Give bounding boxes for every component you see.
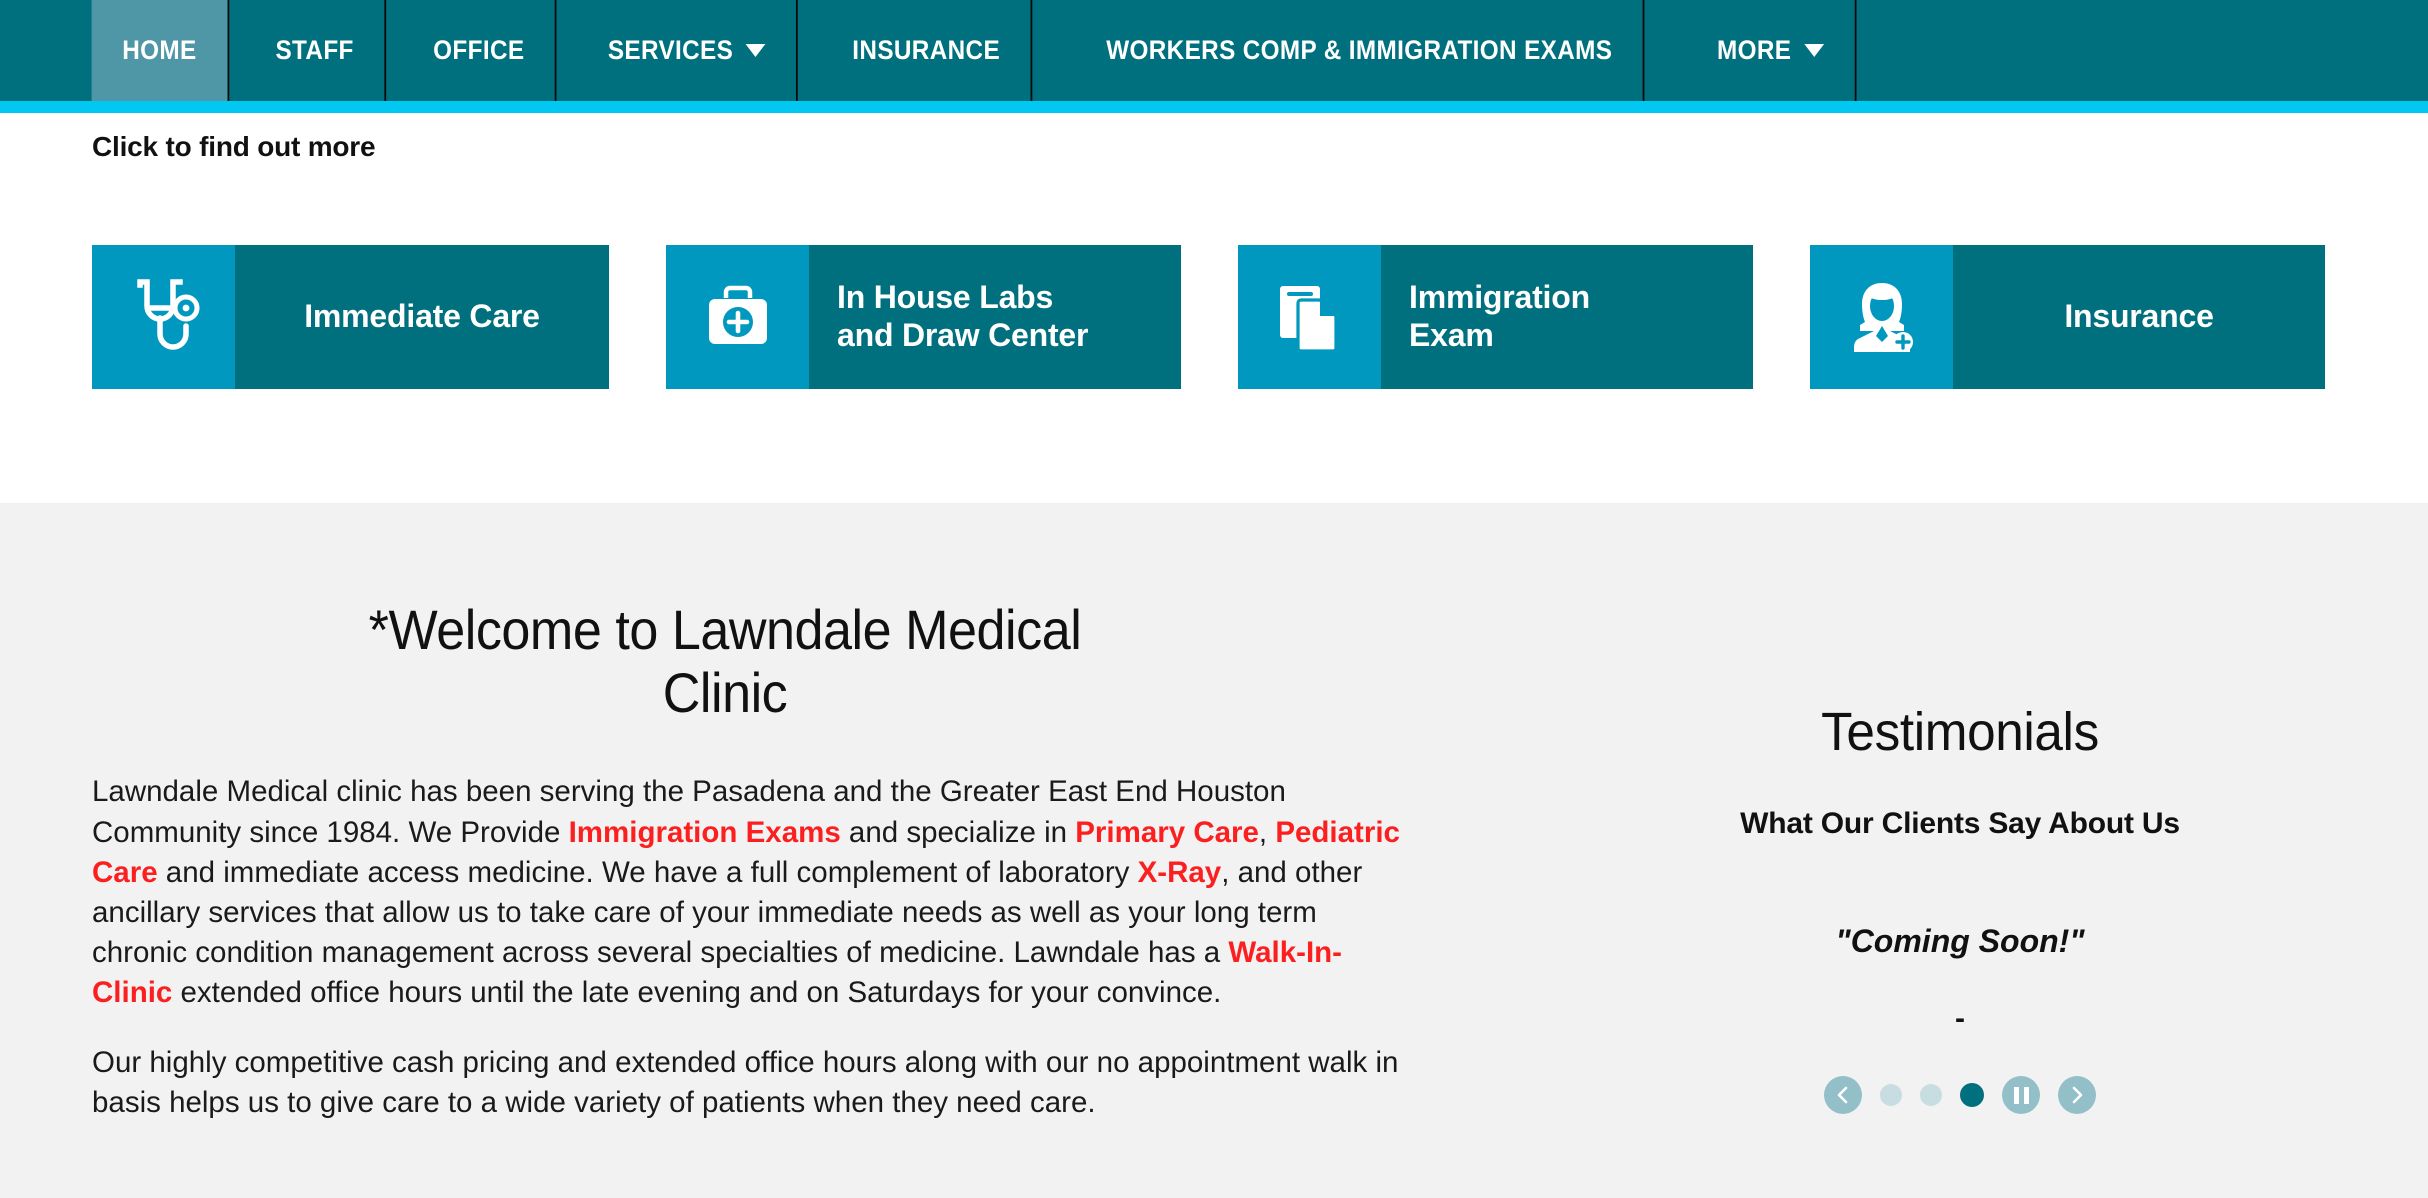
carousel-dot-1[interactable] <box>1880 1084 1902 1106</box>
nav-item-insurance-label: INSURANCE <box>852 35 1001 65</box>
promo-card-insurance-label: Insurance <box>1953 245 2325 389</box>
nav-item-home-label: HOME <box>122 35 197 65</box>
stethoscope-icon <box>92 245 235 389</box>
nav-item-office-label: OFFICE <box>432 35 525 65</box>
link-primary-care[interactable]: Primary Care <box>1075 816 1259 849</box>
promo-card-labs-line1: In House Labs <box>837 279 1054 316</box>
para1-text-4: and immediate access medicine. We have a… <box>157 855 1138 889</box>
promo-card-labs-line2: and Draw Center <box>837 317 1089 353</box>
link-x-ray[interactable]: X-Ray <box>1138 856 1222 889</box>
nav-item-more-label: MORE <box>1716 35 1792 65</box>
nurse-icon <box>1810 245 1953 389</box>
promo-card-immigration-line1: Immigration <box>1409 279 1590 316</box>
nav-item-home[interactable]: HOME <box>91 0 229 101</box>
carousel-next-button[interactable] <box>2058 1076 2096 1114</box>
promo-section: Click to find out more Immediate Care In… <box>0 113 2428 503</box>
nav-item-services[interactable]: SERVICES <box>577 0 799 101</box>
nav-item-workers-comp-immigration-exams[interactable]: WORKERS COMP & IMMIGRATION EXAMS <box>1076 0 1646 101</box>
chevron-down-icon <box>745 44 766 57</box>
nav-item-office[interactable]: OFFICE <box>402 0 557 101</box>
para1-text-2: and specialize in <box>840 815 1076 849</box>
carousel-dot-2[interactable] <box>1920 1084 1942 1106</box>
testimonial-quote: "Coming Soon!" <box>1835 923 2085 959</box>
welcome-paragraph-1: Lawndale Medical clinic has been serving… <box>92 772 1417 1013</box>
para1-text-3: , <box>1258 815 1276 849</box>
carousel-prev-button[interactable] <box>1824 1076 1862 1114</box>
main-navigation: HOME STAFF OFFICE SERVICES INSURANCE WOR… <box>0 0 2428 101</box>
page-title: *Welcome to Lawndale Medical Clinic <box>316 598 1134 724</box>
promo-card-immigration-exam-label: Immigration Exam <box>1381 245 1753 389</box>
testimonial-attribution: - <box>1955 1002 1965 1035</box>
promo-cards-row: Immediate Care In House Labs and Draw Ce… <box>92 245 2336 389</box>
nav-item-more[interactable]: MORE <box>1686 0 1856 101</box>
welcome-content-column: *Welcome to Lawndale Medical Clinic Lawn… <box>0 503 1450 1123</box>
carousel-pause-button[interactable] <box>2002 1076 2040 1114</box>
testimonials-title: Testimonials <box>1821 702 2099 762</box>
link-immigration-exams[interactable]: Immigration Exams <box>569 816 841 849</box>
nav-accent-stripe <box>0 101 2428 113</box>
nav-item-workers-comp-label: WORKERS COMP & IMMIGRATION EXAMS <box>1106 35 1613 65</box>
chevron-down-icon <box>1803 44 1824 57</box>
nav-item-services-label: SERVICES <box>607 35 734 65</box>
para1-text-6: extended office hours until the late eve… <box>172 975 1222 1009</box>
testimonials-panel: Testimonials What Our Clients Say About … <box>1590 503 2330 1114</box>
carousel-dot-3[interactable] <box>1960 1083 1984 1107</box>
nav-item-staff-label: STAFF <box>275 35 354 65</box>
documents-icon <box>1238 245 1381 389</box>
welcome-section: *Welcome to Lawndale Medical Clinic Lawn… <box>0 503 2428 1198</box>
promo-card-in-house-labs[interactable]: In House Labs and Draw Center <box>666 245 1181 389</box>
first-aid-kit-icon <box>666 245 809 389</box>
promo-heading: Click to find out more <box>92 131 376 162</box>
promo-card-immediate-care-label: Immediate Care <box>235 245 609 389</box>
nav-item-insurance[interactable]: INSURANCE <box>822 0 1033 101</box>
promo-card-immigration-line2: Exam <box>1409 317 1494 353</box>
chevron-left-icon <box>1837 1086 1848 1104</box>
promo-card-in-house-labs-label: In House Labs and Draw Center <box>809 245 1181 389</box>
nav-left-spacer <box>0 0 84 101</box>
testimonials-subtitle: What Our Clients Say About Us <box>1740 807 2180 840</box>
testimonial-carousel <box>1590 1076 2330 1114</box>
nav-right-spacer <box>1865 0 2428 101</box>
welcome-paragraph-2: Our highly competitive cash pricing and … <box>92 1046 1399 1120</box>
page-title-line2: Clinic <box>662 660 788 724</box>
page-title-line1: *Welcome to Lawndale Medical <box>368 598 1082 661</box>
nav-item-staff[interactable]: STAFF <box>244 0 386 101</box>
promo-card-immediate-care[interactable]: Immediate Care <box>92 245 609 389</box>
chevron-right-icon <box>2072 1086 2083 1104</box>
promo-card-immigration-exam[interactable]: Immigration Exam <box>1238 245 1753 389</box>
pause-icon <box>2013 1086 2029 1104</box>
promo-card-insurance[interactable]: Insurance <box>1810 245 2325 389</box>
welcome-body: Lawndale Medical clinic has been serving… <box>92 772 1417 1123</box>
